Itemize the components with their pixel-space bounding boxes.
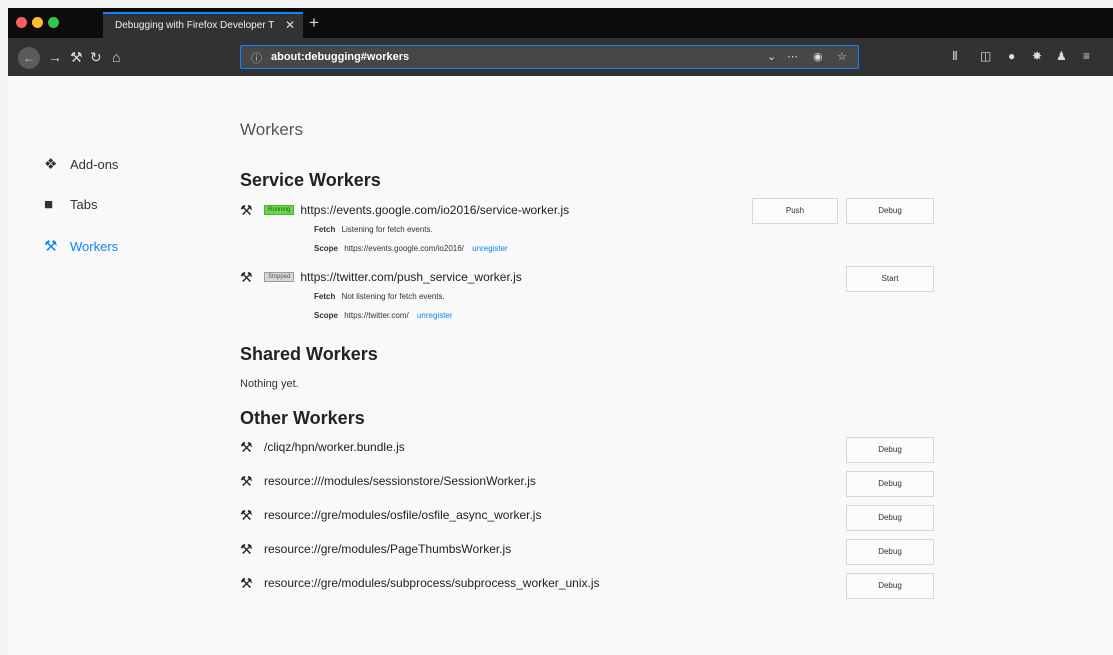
other-workers-heading: Other Workers <box>240 408 365 428</box>
extension-icon[interactable]: ✸ <box>1032 49 1042 63</box>
browser-window: Debugging with Firefox Developer T ✕ + ←… <box>8 8 1113 655</box>
worker-url: https://events.google.com/io2016/service… <box>300 203 570 217</box>
scope-label: Scope <box>314 244 339 253</box>
sidebar-item-workers[interactable]: ⚒ Workers <box>44 236 118 256</box>
tools-icon: ⚒ <box>240 574 253 591</box>
debug-button[interactable]: Debug <box>846 198 934 224</box>
page-actions-icon[interactable]: ⋯ <box>787 50 798 63</box>
scope-detail: Scope https://events.google.com/io2016/ … <box>314 244 508 253</box>
sidebar-icon[interactable]: ◫ <box>980 49 991 63</box>
ghostery-icon[interactable]: ● <box>1008 49 1015 63</box>
worker-url: resource://gre/modules/PageThumbsWorker.… <box>264 542 512 556</box>
tools-icon: ⚒ <box>44 238 58 255</box>
fetch-detail: Fetch Listening for fetch events. <box>314 225 433 234</box>
profile-icon[interactable]: ♟ <box>1056 49 1067 63</box>
dropdown-icon[interactable]: ⌄ <box>767 50 776 63</box>
sidebar-item-label: Workers <box>70 238 119 254</box>
scope-value: https://events.google.com/io2016/ <box>344 244 464 253</box>
service-workers-heading: Service Workers <box>240 170 381 190</box>
tools-icon: ⚒ <box>240 506 253 523</box>
home-icon[interactable]: ⌂ <box>112 48 120 66</box>
puzzle-icon: ❖ <box>44 156 58 173</box>
other-worker-row: ⚒ resource://gre/modules/osfile/osfile_a… <box>240 505 541 525</box>
fetch-value: Listening for fetch events. <box>341 225 433 234</box>
tab-bar: Debugging with Firefox Developer T ✕ + <box>8 8 1113 38</box>
url-bar[interactable]: ⓘ about:debugging#workers ⌄ ⋯ ◉ ☆ <box>240 45 859 69</box>
other-worker-row: ⚒ resource://gre/modules/subprocess/subp… <box>240 573 600 593</box>
maximize-window-icon[interactable] <box>48 17 59 28</box>
pocket-icon[interactable]: ◉ <box>813 50 823 63</box>
tools-icon: ⚒ <box>240 268 253 285</box>
worker-url: resource://gre/modules/subprocess/subpro… <box>264 576 600 590</box>
tools-icon: ⚒ <box>240 438 253 455</box>
info-icon[interactable]: ⓘ <box>251 50 262 66</box>
fetch-label: Fetch <box>314 225 336 234</box>
forward-icon[interactable]: → <box>48 48 62 66</box>
scope-detail: Scope https://twitter.com/ unregister <box>314 311 453 320</box>
new-tab-icon[interactable]: + <box>309 12 319 34</box>
url-input[interactable]: about:debugging#workers <box>271 51 409 63</box>
shared-workers-heading: Shared Workers <box>240 344 378 364</box>
tools-icon: ⚒ <box>240 472 253 489</box>
reload-icon[interactable]: ↻ <box>90 48 102 66</box>
status-badge: Stopped <box>264 272 295 282</box>
worker-url: /cliqz/hpn/worker.bundle.js <box>264 440 405 454</box>
debug-button[interactable]: Debug <box>846 505 934 531</box>
tab-close-icon[interactable]: ✕ <box>285 14 295 37</box>
tools-icon: ⚒ <box>240 201 253 218</box>
minimize-window-icon[interactable] <box>32 17 43 28</box>
other-worker-row: ⚒ /cliqz/hpn/worker.bundle.js <box>240 437 405 457</box>
menu-icon[interactable]: ≡ <box>1083 49 1090 63</box>
sidebar-item-label: Add-ons <box>70 156 119 172</box>
sidebar-item-tabs[interactable]: ■ Tabs <box>44 194 97 214</box>
laptop-icon: ■ <box>44 195 54 213</box>
page-title: Workers <box>240 120 303 139</box>
wrench-icon[interactable]: ⚒ <box>70 48 83 66</box>
navigation-toolbar: ← → ⚒ ↻ ⌂ ⓘ about:debugging#workers ⌄ ⋯ … <box>8 38 1113 76</box>
start-button[interactable]: Start <box>846 266 934 292</box>
status-badge: Running <box>264 205 295 215</box>
fetch-label: Fetch <box>314 292 336 301</box>
push-button[interactable]: Push <box>752 198 838 224</box>
back-icon[interactable]: ← <box>18 47 40 69</box>
debug-button[interactable]: Debug <box>846 573 934 599</box>
worker-url: https://twitter.com/push_service_worker.… <box>300 270 522 284</box>
scope-label: Scope <box>314 311 339 320</box>
tab-title: Debugging with Firefox Developer T <box>115 20 275 31</box>
page-content: ❖ Add-ons ■ Tabs ⚒ Workers Workers Servi… <box>8 76 1113 655</box>
service-worker-row: ⚒ Running https://events.google.com/io20… <box>240 200 569 220</box>
unregister-link[interactable]: unregister <box>472 244 508 253</box>
worker-url: resource://gre/modules/osfile/osfile_asy… <box>264 508 542 522</box>
sidebar-item-label: Tabs <box>70 196 98 212</box>
close-window-icon[interactable] <box>16 17 27 28</box>
fetch-detail: Fetch Not listening for fetch events. <box>314 292 445 301</box>
sidebar-item-addons[interactable]: ❖ Add-ons <box>44 154 118 174</box>
bookmark-star-icon[interactable]: ☆ <box>837 50 847 63</box>
unregister-link[interactable]: unregister <box>417 311 453 320</box>
service-worker-row: ⚒ Stopped https://twitter.com/push_servi… <box>240 267 522 287</box>
debug-button[interactable]: Debug <box>846 471 934 497</box>
other-worker-row: ⚒ resource:///modules/sessionstore/Sessi… <box>240 471 536 491</box>
shared-workers-empty: Nothing yet. <box>240 378 299 390</box>
scope-value: https://twitter.com/ <box>344 311 409 320</box>
debug-button[interactable]: Debug <box>846 539 934 565</box>
library-icon[interactable]: Ⅱ <box>952 49 958 63</box>
other-worker-row: ⚒ resource://gre/modules/PageThumbsWorke… <box>240 539 511 559</box>
tools-icon: ⚒ <box>240 540 253 557</box>
fetch-value: Not listening for fetch events. <box>341 292 445 301</box>
worker-url: resource:///modules/sessionstore/Session… <box>264 474 536 488</box>
browser-tab[interactable]: Debugging with Firefox Developer T ✕ <box>103 12 303 38</box>
debug-button[interactable]: Debug <box>846 437 934 463</box>
